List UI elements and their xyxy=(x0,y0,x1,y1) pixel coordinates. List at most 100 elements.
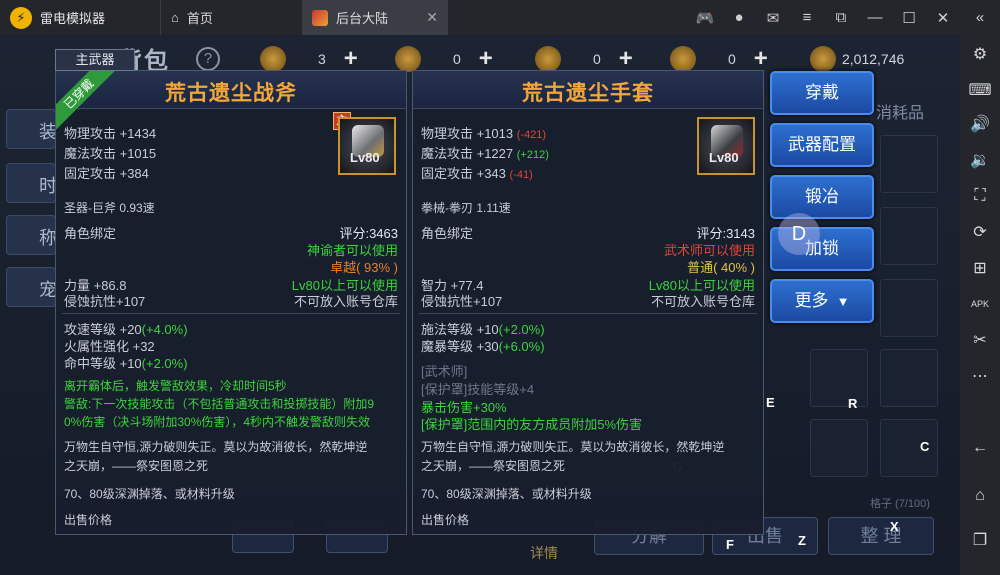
chevron-down-icon: ▼ xyxy=(836,294,850,309)
gold-value: 2,012,746 xyxy=(842,51,905,67)
stat-cast-speed-value: 施法等级 +10 xyxy=(421,322,499,337)
apk-install-icon[interactable]: APK xyxy=(960,289,1000,319)
stat-crit-level-value: 魔暴等级 +30 xyxy=(421,339,499,354)
item-level-badge: Lv80 xyxy=(709,150,739,165)
inventory-slot[interactable] xyxy=(880,207,938,265)
side-tab-equipment[interactable]: 装 xyxy=(6,109,57,149)
stat-hit-level-value: 命中等级 +10 xyxy=(64,356,142,371)
recent-apps-icon[interactable]: ❐ xyxy=(960,525,1000,555)
inventory-slot[interactable] xyxy=(810,349,868,407)
account-icon[interactable]: ● xyxy=(722,0,756,35)
flavor-text: 万物生自守恒,源力破则失正。莫以为故消彼长，然乾坤逆 xyxy=(64,440,368,454)
minimize-icon[interactable]: — xyxy=(858,0,892,35)
details-link[interactable]: 详情 xyxy=(530,543,558,563)
resource-2-add-icon[interactable]: + xyxy=(479,45,493,73)
home-nav-icon[interactable]: ⌂ xyxy=(960,481,1000,511)
side-tab-fashion[interactable]: 时 xyxy=(6,163,57,203)
effect-line: 离开霸体后，触发警敌效果，冷却时间5秒 xyxy=(64,379,287,393)
compared-item-tooltip: 荒古遗尘手套 Lv80 物理攻击 +1013 (-421) 魔法攻击 +1227… xyxy=(412,70,764,535)
side-tab-title[interactable]: 称 xyxy=(6,215,57,255)
tab-close-icon[interactable]: ✕ xyxy=(426,9,438,26)
shield-effect-line: [保护罩]范围内的友方成员附加5%伤害 xyxy=(421,417,643,432)
item-quality: 卓越( 93% ) xyxy=(330,260,398,275)
emulator-title-bar: ⚡ 雷电模拟器 ⌂ 首页 后台大陆 ✕ 🎮 ● ✉ ≡ ⧉ — ☐ ✕ « xyxy=(0,0,1000,35)
keymap-label: C xyxy=(920,439,930,454)
keymap-label: Z xyxy=(798,533,806,548)
keyboard-icon[interactable]: ⌨ xyxy=(960,75,1000,105)
game-app-icon xyxy=(312,9,328,26)
resource-1-add-icon[interactable]: + xyxy=(344,45,358,73)
close-window-icon[interactable]: ✕ xyxy=(926,0,960,35)
storage-restriction: 不可放入账号仓库 xyxy=(293,294,398,309)
resource-3-value: 0 xyxy=(593,51,601,67)
tab-consumables[interactable]: 消耗品 xyxy=(876,99,924,123)
resource-gold: 2,012,746 xyxy=(810,45,904,73)
fullscreen-icon[interactable]: ⛶ xyxy=(960,181,1000,211)
tab-game[interactable]: 后台大陆 ✕ xyxy=(302,0,448,35)
flavor-text: 之天崩，——祭安图恩之死 xyxy=(64,459,209,473)
item-source: 70、80级深渊掉落、或材料升级 xyxy=(421,487,592,501)
stat-crit-level: 魔暴等级 +30(+6.0%) xyxy=(421,336,545,355)
emulator-sidebar: ⚙ ⌨ 🔊 🔉 ⛶ ⟳ ⊞ APK ✂ ⋯ ← ⌂ ❐ xyxy=(960,35,1000,575)
sort-button[interactable]: 整 理 xyxy=(828,517,934,555)
stat-hit-level-bonus: (+2.0%) xyxy=(141,356,188,371)
stat-physical-attack: 物理攻击 +1434 xyxy=(64,126,157,141)
stat-crit-level-bonus: (+6.0%) xyxy=(498,339,545,354)
stat-value: 固定攻击 +343 xyxy=(421,166,506,181)
menu-icon[interactable]: ≡ xyxy=(790,0,824,35)
resource-3-add-icon[interactable]: + xyxy=(619,45,633,73)
stat-value: 魔法攻击 +1227 xyxy=(421,146,514,161)
settings-gear-icon[interactable]: ⚙ xyxy=(960,39,1000,69)
item-type-speed: 拳械-拳刃 1.11速 xyxy=(421,201,511,215)
class-tag: [武术师] xyxy=(421,364,468,379)
keymap-label: R xyxy=(848,396,858,411)
resource-bar: 3 + 0 + 0 + 0 + 2,012,746 xyxy=(230,45,960,73)
help-icon[interactable]: ? xyxy=(196,47,220,71)
stat-attack-speed-value: 攻速等级 +20 xyxy=(64,322,142,337)
flavor-text: 万物生自守恒,源力破则失正。莫以为故消彼长，然乾坤逆 xyxy=(421,440,725,454)
tab-home-label: 首页 xyxy=(186,11,213,26)
weapon-config-button[interactable]: 武器配置 xyxy=(770,123,874,167)
keymap-cursor-marker: D xyxy=(778,213,820,255)
forge-button[interactable]: 锻冶 xyxy=(770,175,874,219)
item-level-badge: Lv80 xyxy=(350,150,380,165)
side-tab-pet[interactable]: 宠 xyxy=(6,267,57,307)
inventory-slot[interactable] xyxy=(880,135,938,193)
wear-button[interactable]: 穿戴 xyxy=(770,71,874,115)
resource-4-add-icon[interactable]: + xyxy=(754,45,768,73)
effect-line: 警敌:下一次技能攻击（不包括普通攻击和投掷技能）附加9 xyxy=(64,397,375,411)
restore-window-icon[interactable]: ⧉ xyxy=(824,0,858,35)
item-source: 70、80级深渊掉落、或材料升级 xyxy=(64,487,235,501)
item-thumbnail: Lv80 xyxy=(338,117,396,175)
resource-4-icon xyxy=(670,46,696,72)
stat-delta: (-41) xyxy=(509,169,533,181)
volume-up-icon[interactable]: 🔊 xyxy=(960,109,1000,139)
more-button-label: 更多 xyxy=(794,291,829,310)
stat-delta: (+212) xyxy=(516,149,549,161)
resource-3: 0 + xyxy=(535,45,633,73)
maximize-icon[interactable]: ☐ xyxy=(892,0,926,35)
inventory-slot[interactable] xyxy=(810,419,868,477)
volume-down-icon[interactable]: 🔉 xyxy=(960,145,1000,175)
more-button[interactable]: 更多 ▼ xyxy=(770,279,874,323)
back-icon[interactable]: ← xyxy=(960,433,1000,463)
resource-2: 0 + xyxy=(395,45,493,73)
item-binding: 角色绑定 xyxy=(421,226,474,241)
tab-home[interactable]: ⌂ 首页 xyxy=(160,0,300,35)
more-options-icon[interactable]: ⋯ xyxy=(960,361,1000,391)
divider xyxy=(62,313,400,314)
collapse-sidebar-icon[interactable]: « xyxy=(960,0,1000,35)
scissors-icon[interactable]: ✂ xyxy=(960,325,1000,355)
main-weapon-tag: 主武器 xyxy=(55,49,135,71)
inventory-slot[interactable] xyxy=(880,349,938,407)
mail-icon[interactable]: ✉ xyxy=(756,0,790,35)
resource-4: 0 + xyxy=(670,45,768,73)
add-app-icon[interactable]: ⊞ xyxy=(960,253,1000,283)
item-quality: 普通( 40% ) xyxy=(687,260,755,275)
gamepad-icon[interactable]: 🎮 xyxy=(688,0,722,35)
window-controls: 🎮 ● ✉ ≡ ⧉ — ☐ ✕ « xyxy=(688,0,1000,35)
inventory-slot[interactable] xyxy=(880,279,938,337)
item-binding: 角色绑定 xyxy=(64,226,117,241)
grid-capacity: 格子 (7/100) xyxy=(870,498,930,510)
rotate-icon[interactable]: ⟳ xyxy=(960,217,1000,247)
